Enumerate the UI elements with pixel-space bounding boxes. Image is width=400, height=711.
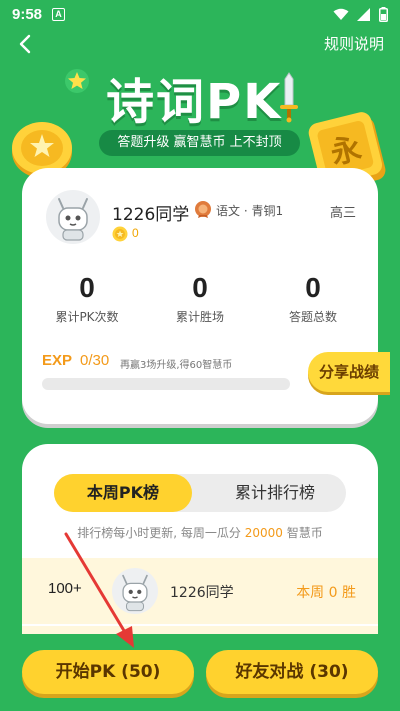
coin-count: 0 [132, 226, 139, 240]
ranking-tabs: 本周PK榜 累计排行榜 [54, 474, 346, 512]
list-item [22, 626, 378, 634]
rules-link[interactable]: 规则说明 [324, 33, 384, 54]
exp-label: EXP [42, 352, 73, 369]
avatar [112, 568, 158, 614]
ranking-hint-amount: 20000 [244, 526, 283, 540]
stat-value: 0 [192, 272, 208, 303]
hero-title-text: 诗词PK [106, 74, 283, 130]
ranking-card: 本周PK榜 累计排行榜 排行榜每小时更新, 每周一瓜分 20000 智慧币 10… [22, 444, 378, 634]
user-name: 1226同学 [112, 205, 190, 225]
notification-icon: A [52, 7, 66, 21]
share-button[interactable]: 分享战绩 [308, 352, 390, 392]
signal-icon [357, 7, 370, 21]
status-time: 9:58 [12, 5, 43, 23]
sword-icon [280, 72, 299, 123]
robot-avatar-icon [122, 574, 148, 612]
exp-value: 0/30 [80, 352, 110, 369]
exp-progress-bar [42, 378, 290, 390]
ranking-hint-prefix: 排行榜每小时更新, 每周一瓜分 [77, 526, 241, 540]
stat-wins: 0 累计胜场 [145, 272, 255, 325]
robot-avatar-icon [58, 198, 88, 241]
tab-cumulative[interactable]: 累计排行榜 [204, 474, 346, 512]
user-subject: 语文 · 青铜1 [216, 204, 284, 218]
hero-subtitle: 答题升级 赢智慧币 上不封顶 [99, 130, 300, 156]
ranking-hint-suffix: 智慧币 [286, 526, 323, 540]
coin-icon [112, 226, 128, 242]
tab-weekly-pk[interactable]: 本周PK榜 [54, 474, 192, 512]
table-row[interactable]: 100+ 1226同学 本周 0 胜 [22, 558, 378, 624]
wifi-icon [333, 8, 349, 20]
hero-title: 诗词PK [106, 66, 300, 130]
avatar[interactable] [46, 190, 100, 244]
exp-hint: 再赢3场升级,得60智慧币 [120, 360, 233, 371]
bronze-badge-icon [195, 201, 211, 218]
battery-icon [379, 6, 388, 22]
stat-value: 0 [79, 272, 95, 303]
grade-label: 高三 [329, 206, 356, 221]
star-icon [65, 69, 89, 93]
rank-wins: 本周 0 胜 [296, 585, 356, 601]
stat-total-answers: 0 答题总数 [258, 272, 368, 325]
stat-value: 0 [305, 272, 321, 303]
rank-name: 1226同学 [170, 585, 234, 601]
stat-label: 答题总数 [288, 310, 337, 324]
stat-label: 累计胜场 [175, 310, 224, 324]
status-right [333, 6, 388, 22]
status-bar: 9:58 A [0, 0, 400, 28]
back-icon[interactable] [12, 30, 40, 58]
ranking-hint: 排行榜每小时更新, 每周一瓜分 20000 智慧币 [22, 524, 378, 541]
rank-position: 100+ [48, 580, 82, 597]
stat-label: 累计PK次数 [55, 310, 119, 324]
start-pk-button[interactable]: 开始PK (50) [22, 650, 194, 694]
stat-pk-count: 0 累计PK次数 [32, 272, 142, 325]
friend-battle-button[interactable]: 好友对战 (30) [206, 650, 378, 694]
profile-card: 1226同学 语文 · 青铜1 高三 0 0 累计PK次数 0 累计胜场 0 答… [22, 168, 390, 424]
